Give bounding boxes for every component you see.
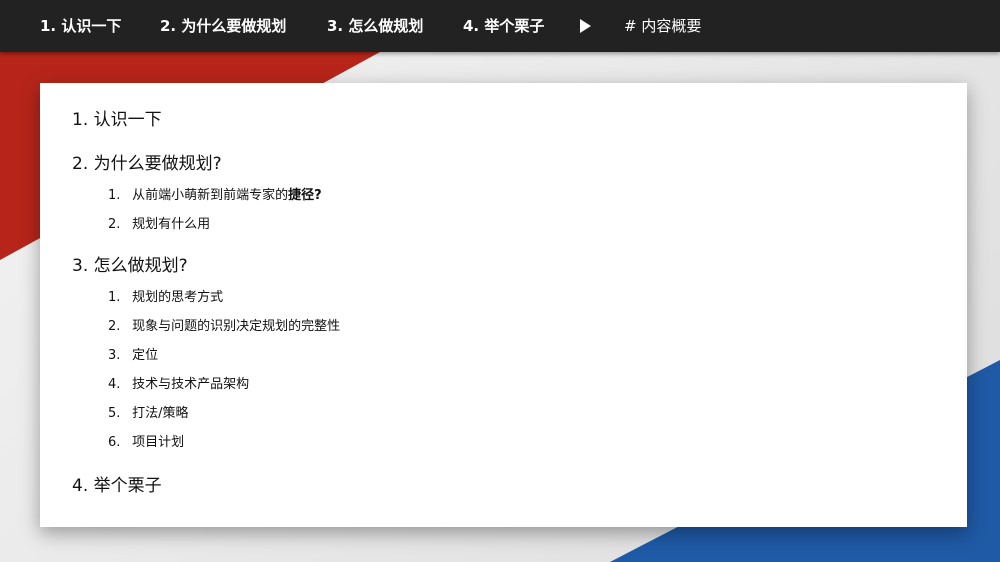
list-item-number: 2. (108, 217, 121, 232)
list-item-text: 从前端小萌新到前端专家的 (132, 188, 289, 203)
list-item: 3. 定位 (108, 344, 158, 363)
list-item: 4. 技术与技术产品架构 (108, 373, 249, 392)
list-item-number: 1. (108, 290, 121, 305)
list-item-number: 6. (108, 435, 121, 450)
list-item-text: 规划的思考方式 (132, 290, 224, 305)
list-item-number: 4. (108, 377, 121, 392)
list-item-text: 现象与问题的识别决定规划的完整性 (132, 319, 341, 334)
top-navigation-bar: 1. 认识一下 2. 为什么要做规划 3. 怎么做规划 4. 举个栗子 # 内容… (0, 0, 1000, 52)
list-item-number: 1. (108, 188, 121, 203)
list-item-number: 5. (108, 406, 121, 421)
list-item: 6. 项目计划 (108, 431, 184, 450)
nav-item-toc[interactable]: # 内容概要 (624, 0, 701, 52)
list-item: 2. 规划有什么用 (108, 213, 210, 232)
list-item: 5. 打法/策略 (108, 402, 189, 421)
nav-item-how-plan[interactable]: 3. 怎么做规划 (327, 0, 423, 52)
list-item: 1. 从前端小萌新到前端专家的捷径? (108, 184, 322, 203)
list-item: 2. 现象与问题的识别决定规划的完整性 (108, 315, 340, 334)
list-item-text: 项目计划 (132, 435, 185, 450)
list-item-text: 打法/策略 (132, 406, 189, 421)
list-item-bold-text: 捷径? (288, 188, 322, 203)
section-heading-how-plan: 3. 怎么做规划? (72, 256, 188, 276)
list-item-text: 定位 (132, 348, 159, 363)
play-icon[interactable] (580, 19, 591, 33)
slide-stage: 1. 认识一下 2. 为什么要做规划 3. 怎么做规划 4. 举个栗子 # 内容… (0, 0, 1000, 562)
list-item-text: 规划有什么用 (132, 217, 211, 232)
section-heading-example: 4. 举个栗子 (72, 476, 162, 496)
section-heading-why-plan: 2. 为什么要做规划? (72, 154, 222, 174)
section-heading-intro: 1. 认识一下 (72, 110, 162, 130)
nav-item-example[interactable]: 4. 举个栗子 (463, 0, 544, 52)
list-item: 1. 规划的思考方式 (108, 286, 223, 305)
list-item-text: 技术与技术产品架构 (132, 377, 250, 392)
nav-item-intro[interactable]: 1. 认识一下 (40, 0, 121, 52)
list-item-number: 2. (108, 319, 121, 334)
nav-item-why-plan[interactable]: 2. 为什么要做规划 (160, 0, 286, 52)
outline-card: 1. 认识一下 2. 为什么要做规划? 1. 从前端小萌新到前端专家的捷径? 2… (40, 83, 967, 527)
list-item-number: 3. (108, 348, 121, 363)
